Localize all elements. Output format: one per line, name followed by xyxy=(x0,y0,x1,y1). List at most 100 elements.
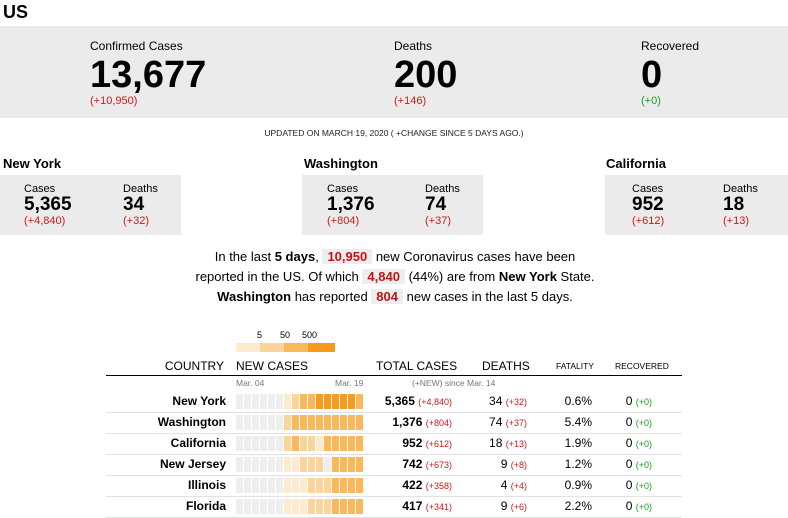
deaths-new: (+37) xyxy=(505,418,527,428)
deaths-label: Deaths xyxy=(394,39,433,53)
new-cases-bar xyxy=(316,394,323,409)
deaths-cell: 34 (+32) xyxy=(489,394,527,408)
new-cases-bar xyxy=(252,478,259,493)
legend-swatch xyxy=(236,343,260,352)
new-cases-bar xyxy=(340,394,347,409)
new-cases-bar xyxy=(324,457,331,472)
summary-paragraph: In the last 5 days, 10,950 new Coronavir… xyxy=(195,249,595,304)
fatality-value: 2.2% xyxy=(564,499,592,513)
new-cases-bar xyxy=(316,478,323,493)
new-cases-bar xyxy=(308,457,315,472)
recovered-new: (+0) xyxy=(635,439,652,449)
recovered-value: 0 xyxy=(625,457,633,471)
new-cases-bar xyxy=(276,478,283,493)
recovered-new: (+0) xyxy=(635,418,652,428)
column-header-country[interactable]: COUNTRY xyxy=(165,359,224,373)
cases-change: (+612) xyxy=(632,215,665,227)
new-cases-bar xyxy=(260,436,267,451)
table-row[interactable]: New Jersey 742 (+673) 9 (+8) 1.2% 0 (+0) xyxy=(106,454,682,476)
new-cases-bar xyxy=(292,394,299,409)
column-header-fatality[interactable]: FATALITY xyxy=(556,361,594,371)
new-cases-bar xyxy=(260,499,267,514)
total-cases-value: 5,365 xyxy=(384,394,415,408)
new-cases-bar xyxy=(236,394,243,409)
highlight-top-state-cases: 4,840 xyxy=(362,269,405,284)
new-cases-bar xyxy=(236,436,243,451)
new-cases-bar xyxy=(260,457,267,472)
column-header-new-cases[interactable]: NEW CASES xyxy=(236,359,308,373)
recovered-new: (+0) xyxy=(635,397,652,407)
total-cases-value: 742 xyxy=(402,457,423,471)
new-cases-bar xyxy=(308,478,315,493)
new-cases-bar xyxy=(244,436,251,451)
total-cases-cell: 1,376 (+804) xyxy=(392,415,452,429)
new-cases-bar xyxy=(308,499,315,514)
total-cases-value: 1,376 xyxy=(392,415,423,429)
new-cases-bar xyxy=(356,394,363,409)
recovered-value: 0 xyxy=(641,54,663,96)
new-cases-bar xyxy=(276,394,283,409)
fatality-value: 1.9% xyxy=(564,436,592,450)
deaths-change: (+37) xyxy=(425,215,451,227)
cases-value: 1,376 xyxy=(327,194,375,215)
fatality-value: 1.2% xyxy=(564,457,592,471)
new-cases-bar xyxy=(252,457,259,472)
new-cases-bar xyxy=(236,415,243,430)
new-cases-bar xyxy=(268,457,275,472)
recovered-new: (+0) xyxy=(635,502,652,512)
deaths-new: (+4) xyxy=(510,481,527,491)
column-header-recovered[interactable]: RECOVERED xyxy=(615,361,669,371)
total-cases-cell: 952 (+612) xyxy=(402,436,452,450)
new-cases-bar xyxy=(348,436,355,451)
new-cases-bar xyxy=(244,457,251,472)
column-header-deaths[interactable]: DEATHS xyxy=(482,359,530,373)
deaths-value: 34 xyxy=(123,194,145,215)
deaths-value: 9 xyxy=(500,499,508,513)
deaths-change: (+13) xyxy=(723,215,749,227)
total-cases-cell: 742 (+673) xyxy=(402,457,452,471)
new-cases-bar xyxy=(300,415,307,430)
table-row[interactable]: New York 5,365 (+4,840) 34 (+32) 0.6% 0 (+0) xyxy=(106,391,682,413)
recovered-change: (+0) xyxy=(641,95,661,107)
new-cases-bar xyxy=(332,457,339,472)
deaths-cell: 9 (+6) xyxy=(501,499,527,513)
deaths-new: (+8) xyxy=(510,460,527,470)
total-cases-cell: 417 (+341) xyxy=(402,499,452,513)
new-cases-bar xyxy=(252,415,259,430)
new-cases-bar xyxy=(268,394,275,409)
highlight-new-cases: 10,950 xyxy=(322,249,373,264)
new-cases-bar xyxy=(244,478,251,493)
new-cases-bar xyxy=(252,436,259,451)
total-cases-new: (+673) xyxy=(425,460,452,470)
new-cases-bar xyxy=(244,499,251,514)
new-cases-bar xyxy=(292,478,299,493)
page-title: US xyxy=(3,2,29,22)
cases-change: (+4,840) xyxy=(24,215,66,227)
legend-label: 5 xyxy=(257,330,263,340)
summary-days: 5 days xyxy=(274,249,316,264)
new-cases-bar xyxy=(268,436,275,451)
new-cases-bar xyxy=(300,436,307,451)
new-cases-bar xyxy=(332,415,339,430)
new-cases-bar xyxy=(300,394,307,409)
recovered-label: Recovered xyxy=(641,39,700,53)
us-totals-panel: Confirmed Cases 13,677 (+10,950) Deaths … xyxy=(0,26,788,118)
new-cases-bar xyxy=(252,499,259,514)
new-cases-bar xyxy=(244,394,251,409)
table-row[interactable]: Washington 1,376 (+804) 74 (+37) 5.4% 0 (+0) xyxy=(106,412,682,434)
new-cases-bar xyxy=(276,457,283,472)
new-cases-bar xyxy=(340,499,347,514)
deaths-cell: 18 (+13) xyxy=(489,436,527,450)
new-cases-bar xyxy=(260,415,267,430)
new-cases-bar xyxy=(324,415,331,430)
new-cases-bar xyxy=(292,415,299,430)
deaths-new: (+32) xyxy=(505,397,527,407)
table-row[interactable]: California 952 (+612) 18 (+13) 1.9% 0 (+0) xyxy=(106,433,682,455)
recovered-cell: 0 (+0) xyxy=(626,436,652,450)
recovered-value: 0 xyxy=(625,436,633,450)
table-row[interactable]: Illinois 422 (+358) 4 (+4) 0.9% 0 (+0) xyxy=(106,475,682,497)
total-cases-new: (+4,840) xyxy=(418,397,452,407)
new-cases-bar xyxy=(356,499,363,514)
new-cases-bar xyxy=(332,394,339,409)
column-header-total-cases[interactable]: TOTAL CASES xyxy=(376,359,457,373)
